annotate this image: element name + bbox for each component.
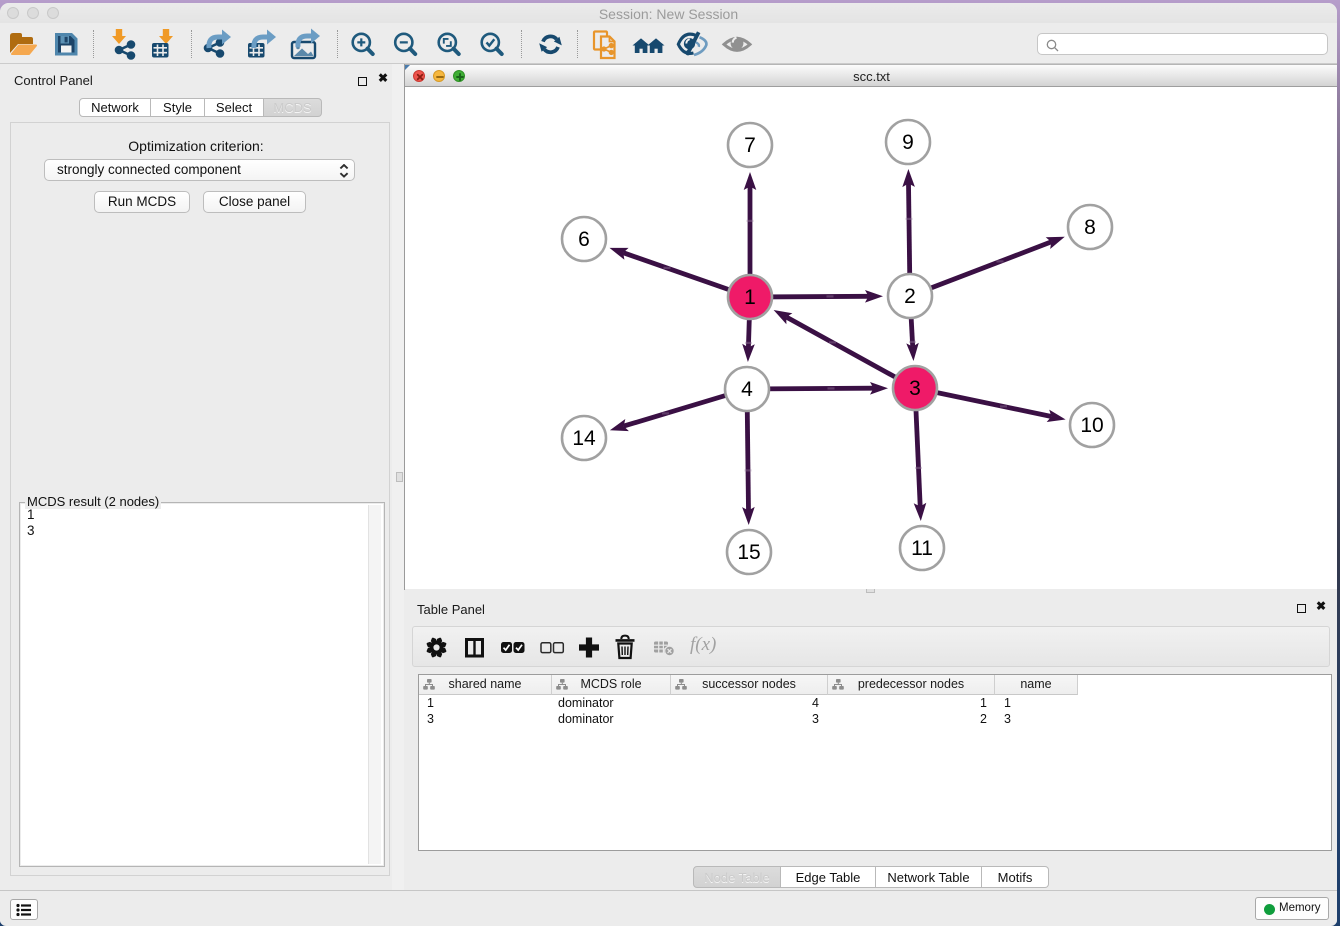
svg-text:4: 4 <box>741 378 753 401</box>
svg-text:2: 2 <box>904 285 916 308</box>
svg-text:15: 15 <box>737 541 760 564</box>
svg-text:1: 1 <box>744 286 756 309</box>
svg-text:7: 7 <box>744 134 756 157</box>
svg-text:14: 14 <box>572 427 596 450</box>
svg-text:9: 9 <box>902 131 914 154</box>
svg-text:3: 3 <box>909 377 921 400</box>
svg-text:10: 10 <box>1080 414 1103 437</box>
svg-text:8: 8 <box>1084 216 1096 239</box>
svg-text:6: 6 <box>578 228 590 251</box>
svg-text:11: 11 <box>911 537 933 560</box>
